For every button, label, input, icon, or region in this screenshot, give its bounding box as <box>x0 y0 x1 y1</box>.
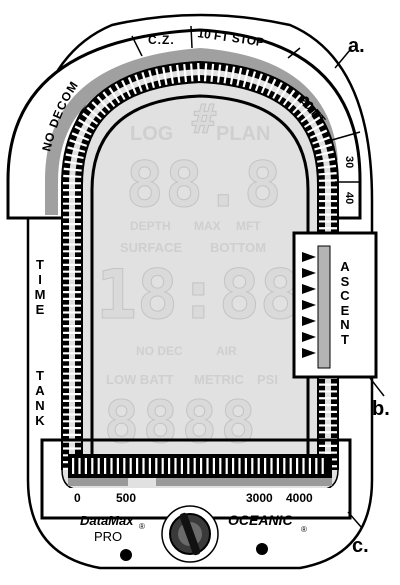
depth-digits: 88.8 <box>126 148 283 221</box>
cz-divider-right <box>190 25 193 49</box>
log-label: LOG <box>130 123 173 145</box>
knob-icon[interactable] <box>161 505 219 563</box>
air-gauge-base <box>68 478 332 486</box>
mft-label: MFT <box>236 219 261 233</box>
plan-label: PLAN <box>216 123 270 145</box>
depth-label: DEPTH <box>130 219 171 233</box>
air-gauge-base-gap <box>128 478 156 486</box>
tank-label: T A N K <box>35 368 45 428</box>
maker-name: OCEANIC <box>228 512 293 528</box>
time-label: T I M E <box>34 257 46 317</box>
callout-b: b. <box>372 398 390 420</box>
right-button[interactable] <box>256 543 268 555</box>
nodec-label: NO DEC <box>136 344 183 358</box>
tank-digits: 8888 <box>104 388 260 456</box>
ascent-bar <box>317 245 331 369</box>
metric-label: METRIC <box>194 372 244 387</box>
callout-a: a. <box>348 35 365 57</box>
n40-label: 40 <box>343 192 355 204</box>
model-name: DataMax <box>80 513 134 528</box>
lcd-icon-segment: # <box>192 97 216 143</box>
time-digits: 18:88 <box>96 256 301 335</box>
bottom-label: BOTTOM <box>210 240 266 255</box>
ascent-label: A S C E N T <box>340 259 350 347</box>
air-label: AIR <box>216 344 237 358</box>
callout-c: c. <box>352 535 369 557</box>
scale-500: 500 <box>116 491 136 505</box>
n30-label: 30 <box>343 156 355 168</box>
max-label: MAX <box>194 219 221 233</box>
scale-0: 0 <box>74 491 81 505</box>
model-reg: ® <box>139 522 145 531</box>
cz-label: C.Z. <box>148 33 175 47</box>
maker-reg: ® <box>301 525 307 534</box>
left-button[interactable] <box>120 549 132 561</box>
model-sub: PRO <box>94 529 122 544</box>
scale-4000: 4000 <box>286 491 313 505</box>
lowbatt-label: LOW BATT <box>106 372 174 387</box>
surface-label: SURFACE <box>120 240 182 255</box>
psi-label: PSI <box>257 372 278 387</box>
scale-3000: 3000 <box>246 491 273 505</box>
